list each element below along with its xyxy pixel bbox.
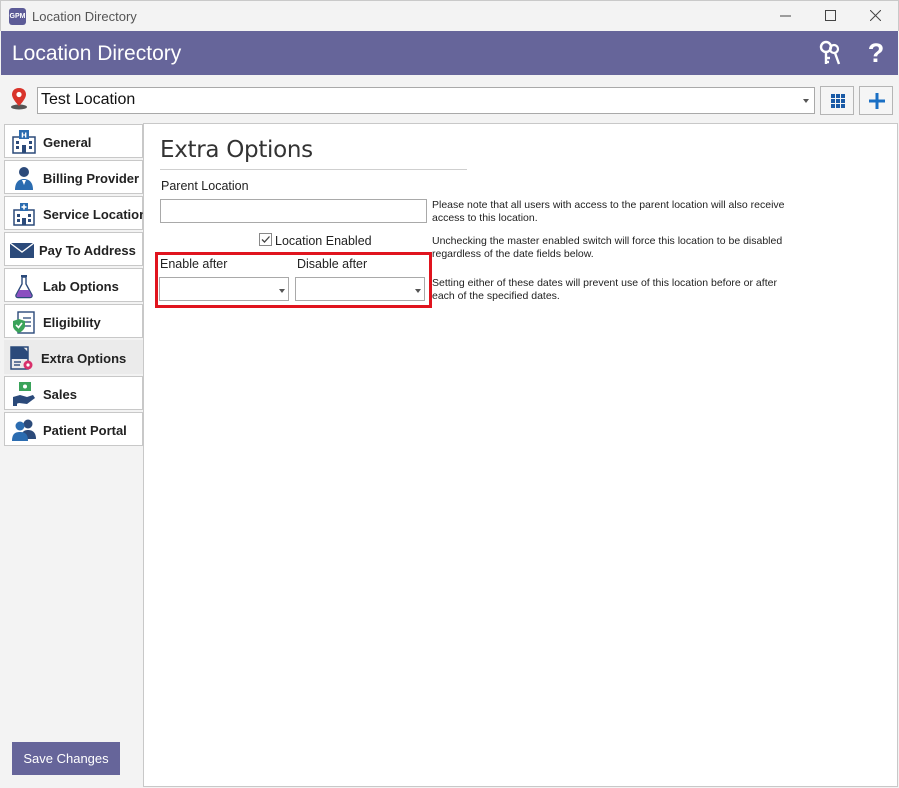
maximize-button[interactable] bbox=[807, 1, 853, 32]
window-title: Location Directory bbox=[32, 9, 137, 24]
sidebar-item-patient-portal[interactable]: Patient Portal bbox=[4, 412, 143, 446]
section-title: Extra Options bbox=[160, 137, 313, 163]
building-icon bbox=[13, 203, 35, 226]
sidebar-item-label: Service Location bbox=[43, 207, 148, 222]
keys-icon bbox=[819, 40, 841, 65]
sidebar-item-label: Lab Options bbox=[43, 279, 119, 294]
sidebar-item-label: Eligibility bbox=[43, 315, 101, 330]
close-button[interactable] bbox=[852, 1, 898, 32]
minimize-icon bbox=[779, 15, 791, 17]
flask-icon bbox=[15, 275, 33, 299]
enable-after-date-picker[interactable] bbox=[159, 277, 289, 301]
settings-doc-icon bbox=[10, 346, 33, 370]
checklist-icon bbox=[13, 311, 35, 334]
help-icon: ? bbox=[867, 38, 885, 68]
checkmark-icon bbox=[261, 236, 270, 243]
sidebar-item-label: Patient Portal bbox=[43, 423, 127, 438]
map-pin-icon bbox=[9, 86, 29, 115]
envelope-icon bbox=[9, 242, 35, 258]
sidebar-item-label: Billing Provider bbox=[43, 171, 140, 186]
sidebar-item-service-location[interactable]: Service Location bbox=[4, 196, 147, 230]
parent-location-label: Parent Location bbox=[161, 179, 249, 193]
chevron-down-icon bbox=[279, 289, 285, 293]
users-icon bbox=[12, 419, 36, 441]
sidebar-item-pay-to-address[interactable]: Pay To Address bbox=[4, 232, 143, 266]
minimize-button[interactable] bbox=[762, 1, 808, 32]
page-title: Location Directory bbox=[12, 42, 182, 65]
location-enabled-label: Location Enabled bbox=[275, 234, 372, 248]
chevron-down-icon bbox=[415, 289, 421, 293]
help-button[interactable]: ? bbox=[861, 38, 891, 68]
sidebar-item-billing-provider[interactable]: Billing Provider bbox=[4, 160, 143, 194]
chevron-down-icon bbox=[803, 99, 809, 103]
enable-after-label: Enable after bbox=[160, 257, 228, 271]
window-titlebar: GPM Location Directory bbox=[0, 0, 899, 31]
parent-location-note: Please note that all users with access t… bbox=[432, 199, 785, 224]
location-select[interactable]: Test Location bbox=[37, 87, 815, 114]
save-changes-button[interactable]: Save Changes bbox=[12, 742, 120, 775]
sidebar-item-label: Sales bbox=[43, 387, 77, 402]
hospital-icon: H bbox=[12, 130, 36, 154]
money-hand-icon bbox=[13, 382, 35, 406]
location-enabled-note: Unchecking the master enabled switch wil… bbox=[432, 235, 783, 260]
sidebar-item-eligibility[interactable]: Eligibility bbox=[4, 304, 143, 338]
disable-after-label: Disable after bbox=[297, 257, 368, 271]
location-bar: Test Location bbox=[1, 75, 898, 123]
svg-text:H: H bbox=[21, 132, 27, 140]
disable-after-date-picker[interactable] bbox=[295, 277, 425, 301]
add-location-button[interactable] bbox=[859, 86, 893, 115]
plus-icon bbox=[869, 93, 885, 109]
sidebar: H General Billing Provider Service Locat… bbox=[1, 123, 147, 787]
sidebar-item-general[interactable]: H General bbox=[4, 124, 143, 158]
location-enabled-checkbox[interactable] bbox=[259, 233, 272, 246]
sidebar-item-lab-options[interactable]: Lab Options bbox=[4, 268, 143, 302]
title-divider bbox=[160, 169, 467, 170]
maximize-icon bbox=[824, 10, 836, 21]
sidebar-item-extra-options[interactable]: Extra Options bbox=[4, 340, 143, 374]
keys-button[interactable] bbox=[815, 38, 845, 68]
location-select-value: Test Location bbox=[41, 91, 136, 108]
app-icon: GPM bbox=[9, 8, 26, 25]
sidebar-item-label: Pay To Address bbox=[39, 243, 136, 258]
extra-options-panel: Extra Options Parent Location Please not… bbox=[143, 123, 898, 787]
parent-location-input[interactable] bbox=[160, 199, 427, 223]
doctor-icon bbox=[15, 167, 33, 190]
close-icon bbox=[869, 9, 881, 22]
sidebar-item-sales[interactable]: Sales bbox=[4, 376, 143, 410]
sidebar-item-label: General bbox=[43, 135, 92, 150]
date-fields-note: Setting either of these dates will preve… bbox=[432, 277, 777, 302]
sidebar-item-label: Extra Options bbox=[41, 351, 127, 366]
grid-view-button[interactable] bbox=[820, 86, 854, 115]
grid-icon bbox=[831, 94, 845, 108]
app-header: Location Directory ? bbox=[1, 31, 898, 75]
